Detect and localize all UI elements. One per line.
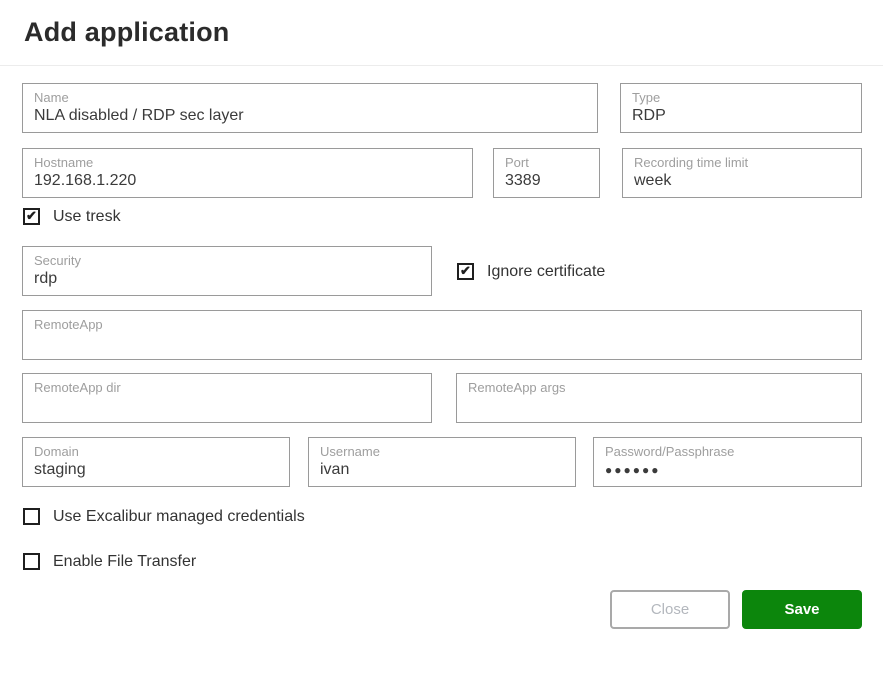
port-field-value: 3389 bbox=[505, 172, 588, 190]
use-tresk-checkbox[interactable]: ✔ bbox=[23, 208, 40, 225]
ignore-certificate-checkbox-row: ✔ Ignore certificate bbox=[456, 263, 605, 280]
name-field[interactable]: Name NLA disabled / RDP sec layer bbox=[22, 83, 598, 133]
checkmark-icon: ✔ bbox=[26, 209, 37, 222]
remoteapp-field-label: RemoteApp bbox=[34, 317, 850, 332]
remoteapp-field[interactable]: RemoteApp bbox=[22, 310, 862, 360]
enable-file-transfer-checkbox[interactable] bbox=[23, 553, 40, 570]
row-security: Security rdp ✔ Ignore certificate bbox=[22, 246, 862, 296]
hostname-field-value: 192.168.1.220 bbox=[34, 172, 461, 190]
password-field-value: ●●●●●● bbox=[605, 461, 850, 479]
domain-field-value: staging bbox=[34, 461, 278, 479]
row-remoteapp-dir-args: RemoteApp dir RemoteApp args bbox=[22, 373, 862, 423]
security-field-label: Security bbox=[34, 253, 420, 268]
password-field[interactable]: Password/Passphrase ●●●●●● bbox=[593, 437, 862, 487]
dialog-header: Add application bbox=[0, 0, 883, 66]
row-remoteapp: RemoteApp bbox=[22, 310, 862, 360]
type-field-value: RDP bbox=[632, 107, 850, 125]
page-title: Add application bbox=[24, 17, 230, 48]
use-tresk-label: Use tresk bbox=[53, 208, 121, 225]
type-field-label: Type bbox=[632, 90, 850, 105]
add-application-form: Name NLA disabled / RDP sec layer Type R… bbox=[0, 66, 883, 629]
use-excalibur-managed-credentials-checkbox[interactable] bbox=[23, 508, 40, 525]
recording-time-limit-field-value: week bbox=[634, 172, 850, 190]
recording-time-limit-field[interactable]: Recording time limit week bbox=[622, 148, 862, 198]
use-excalibur-managed-credentials-checkbox-row: Use Excalibur managed credentials bbox=[22, 508, 862, 525]
recording-time-limit-field-label: Recording time limit bbox=[634, 155, 850, 170]
remoteapp-args-field[interactable]: RemoteApp args bbox=[456, 373, 862, 423]
domain-field[interactable]: Domain staging bbox=[22, 437, 290, 487]
remoteapp-dir-field-label: RemoteApp dir bbox=[34, 380, 420, 395]
row-name-type: Name NLA disabled / RDP sec layer Type R… bbox=[22, 83, 862, 133]
username-field-label: Username bbox=[320, 444, 564, 459]
row-credentials: Domain staging Username ivan Password/Pa… bbox=[22, 437, 862, 487]
port-field[interactable]: Port 3389 bbox=[493, 148, 600, 198]
checkmark-icon: ✔ bbox=[460, 264, 471, 277]
hostname-field[interactable]: Hostname 192.168.1.220 bbox=[22, 148, 473, 198]
add-application-dialog: Add application Name NLA disabled / RDP … bbox=[0, 0, 883, 681]
security-field-value: rdp bbox=[34, 270, 420, 288]
dialog-button-row: Close Save bbox=[22, 590, 862, 629]
use-excalibur-managed-credentials-label: Use Excalibur managed credentials bbox=[53, 508, 305, 525]
hostname-field-label: Hostname bbox=[34, 155, 461, 170]
name-field-value: NLA disabled / RDP sec layer bbox=[34, 107, 586, 125]
use-tresk-checkbox-row: ✔ Use tresk bbox=[22, 208, 862, 225]
remoteapp-dir-field[interactable]: RemoteApp dir bbox=[22, 373, 432, 423]
enable-file-transfer-checkbox-row: Enable File Transfer bbox=[22, 553, 862, 570]
port-field-label: Port bbox=[505, 155, 588, 170]
ignore-certificate-label: Ignore certificate bbox=[487, 263, 605, 280]
ignore-certificate-checkbox[interactable]: ✔ bbox=[457, 263, 474, 280]
password-field-label: Password/Passphrase bbox=[605, 444, 850, 459]
username-field-value: ivan bbox=[320, 461, 564, 479]
type-field[interactable]: Type RDP bbox=[620, 83, 862, 133]
remoteapp-args-field-label: RemoteApp args bbox=[468, 380, 850, 395]
security-field[interactable]: Security rdp bbox=[22, 246, 432, 296]
name-field-label: Name bbox=[34, 90, 586, 105]
username-field[interactable]: Username ivan bbox=[308, 437, 576, 487]
enable-file-transfer-label: Enable File Transfer bbox=[53, 553, 196, 570]
close-button[interactable]: Close bbox=[610, 590, 730, 629]
save-button[interactable]: Save bbox=[742, 590, 862, 629]
domain-field-label: Domain bbox=[34, 444, 278, 459]
row-hostname-port-recording: Hostname 192.168.1.220 Port 3389 Recordi… bbox=[22, 148, 862, 198]
